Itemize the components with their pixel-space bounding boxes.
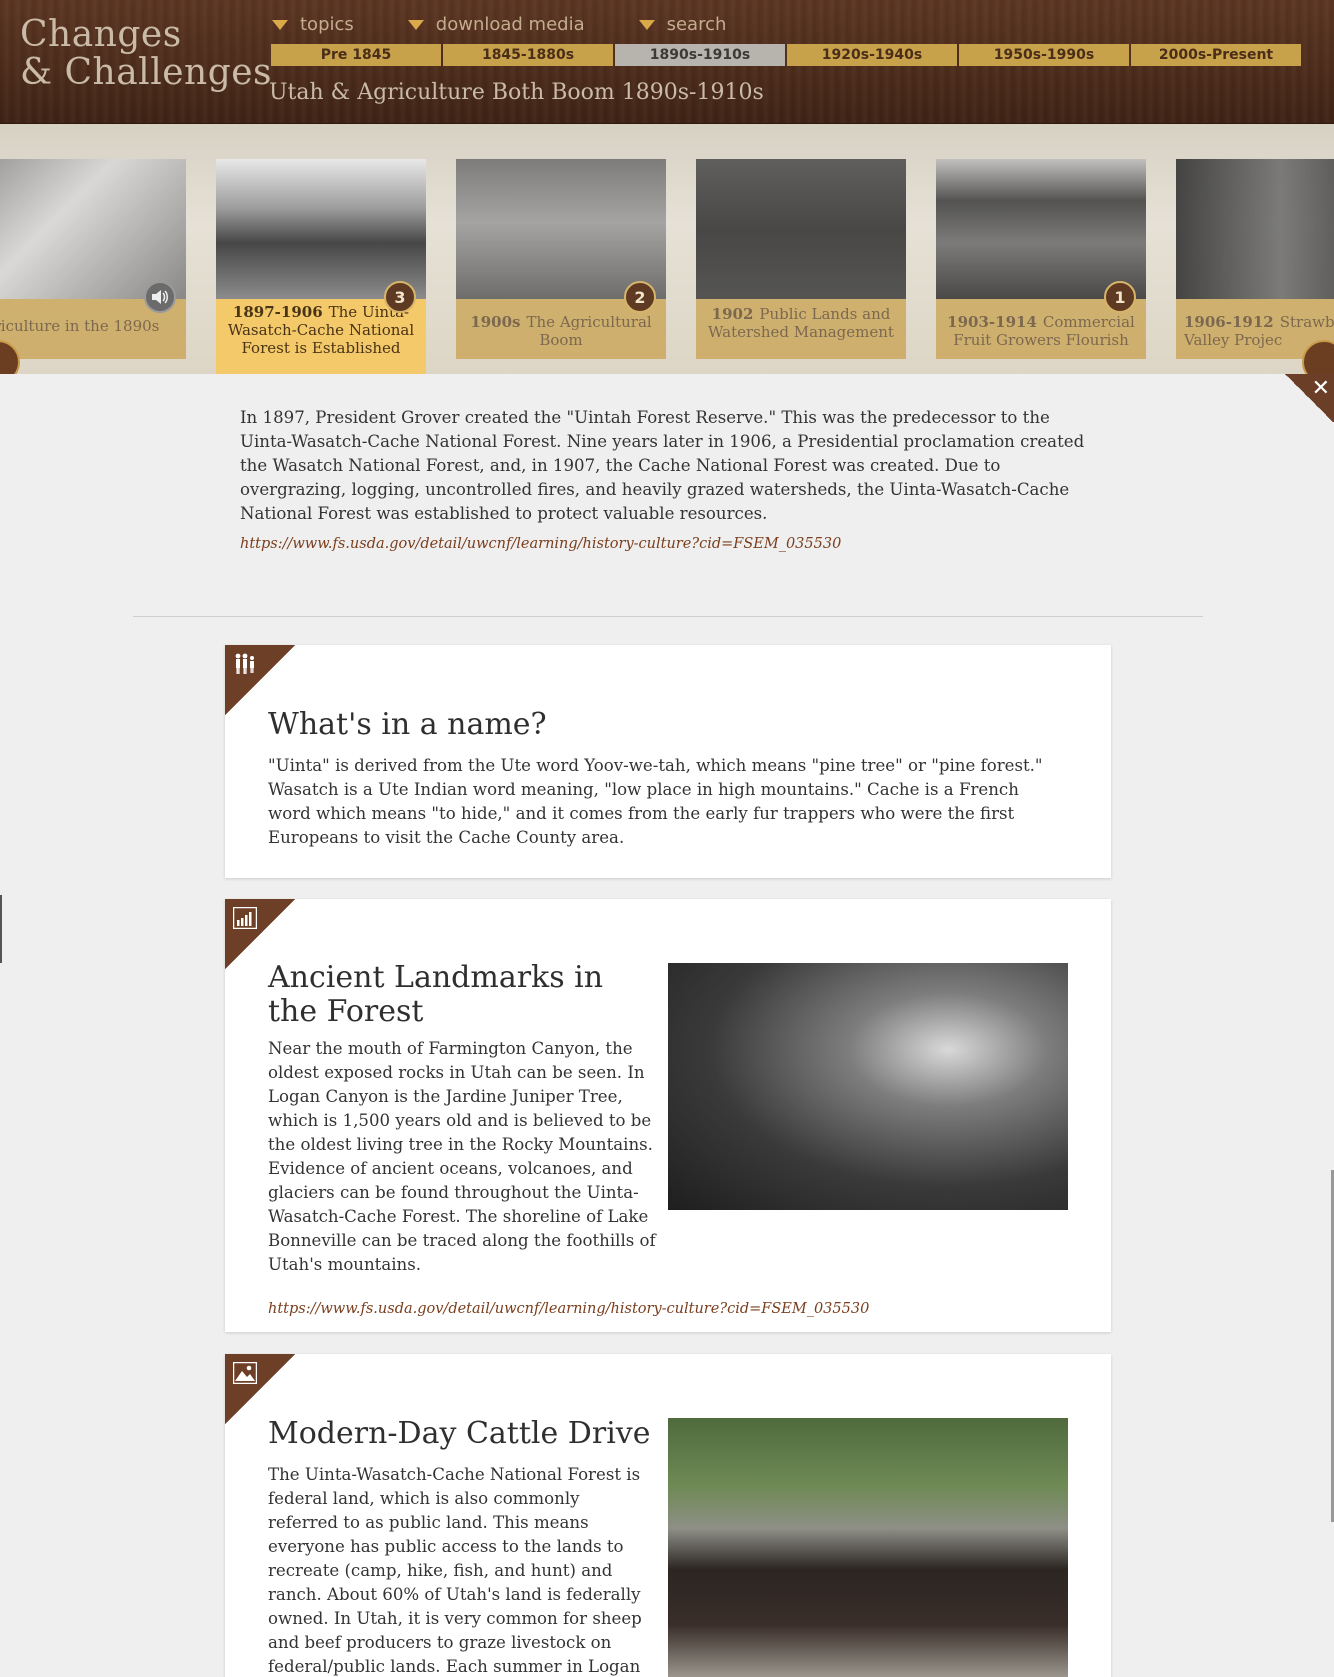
page-title: Utah & Agriculture Both Boom 1890s-1910s [269, 80, 764, 105]
card-caption: 1902 Public Lands and Watershed Managemen… [696, 299, 906, 359]
close-button[interactable]: ✕ [1284, 374, 1334, 422]
cattle-drive-photo [668, 1418, 1068, 1677]
timeline-card[interactable]: 1906-1912 Strawb Valley Projec [1176, 159, 1334, 359]
menu-topics[interactable]: topics [272, 14, 354, 35]
logo-line-1: Changes [20, 14, 182, 55]
card-year: 1897-1906 [232, 303, 323, 321]
article-content: Ancient Landmarks in the Forest Near the… [268, 960, 1098, 1318]
card-year: 1903-1914 [947, 313, 1037, 331]
era-tab-1845-1880s[interactable]: 1845-1880s [443, 44, 613, 66]
article-title: What's in a name? [268, 707, 547, 742]
era-tab-2000s-present[interactable]: 2000s-Present [1131, 44, 1301, 66]
intro-source-link[interactable]: https://www.fs.usda.gov/detail/uwcnf/lea… [240, 532, 1090, 556]
family-icon [235, 653, 254, 674]
menu-search[interactable]: search [638, 14, 727, 35]
card-count-badge: 2 [624, 281, 656, 313]
card-photo [1176, 159, 1334, 299]
era-tab-1920s-1940s[interactable]: 1920s-1940s [787, 44, 957, 66]
article-corner [225, 645, 295, 715]
caret-down-icon [638, 19, 655, 30]
era-tab-pre-1845[interactable]: Pre 1845 [271, 44, 441, 66]
article-body: The Uinta-Wasatch-Cache National Forest … [268, 1465, 642, 1676]
era-tabs: Pre 1845 1845-1880s 1890s-1910s 1920s-19… [271, 44, 1301, 66]
card-photo [456, 159, 666, 299]
article-corner [225, 899, 295, 969]
card-title: The Agricultural Boom [526, 313, 652, 349]
main-menu: topics download media search [272, 14, 780, 35]
logo-line-2: & Challenges [20, 52, 273, 93]
timeline-card[interactable]: 1900s The Agricultural Boom 2 [456, 159, 666, 359]
timeline-card-active[interactable]: 1897-1906 The Uinta-Wasatch-Cache Nationa… [216, 159, 426, 374]
card-photo [216, 159, 426, 299]
card-year: 1902 [711, 305, 754, 323]
section-divider [133, 616, 1203, 617]
card-year: 1906-1912 [1184, 313, 1274, 331]
article-card: Ancient Landmarks in the Forest Near the… [225, 899, 1111, 1332]
card-title: griculture in the 1890s [0, 317, 160, 335]
image-icon [233, 1362, 257, 1384]
timeline-carousel: griculture in the 1890s 1897-1906 The Uin… [0, 124, 1334, 374]
article-body-text: Near the mouth of Farmington Canyon, the… [268, 1039, 656, 1274]
menu-download-media[interactable]: download media [407, 14, 585, 35]
menu-topics-label: topics [300, 14, 354, 35]
menu-download-media-label: download media [435, 14, 585, 35]
article-source-link[interactable]: https://www.fs.usda.gov/detail/uwcnf/lea… [268, 1301, 1098, 1317]
caret-down-icon [272, 19, 288, 30]
chart-icon [233, 907, 257, 929]
era-tab-1890s-1910s[interactable]: 1890s-1910s [615, 44, 785, 66]
intro-text: In 1897, President Grover created the "U… [240, 408, 1085, 523]
card-photo [936, 159, 1146, 299]
article-title: Ancient Landmarks in the Forest [268, 960, 604, 1029]
article-title: Modern-Day Cattle Drive [268, 1416, 651, 1451]
timeline-card[interactable]: griculture in the 1890s [0, 159, 186, 359]
card-photo [696, 159, 906, 299]
card-count-badge: 3 [384, 281, 416, 313]
article-corner [225, 1354, 295, 1424]
timeline-card[interactable]: 1903-1914 Commercial Fruit Growers Flouri… [936, 159, 1146, 359]
article-body: "Uinta" is derived from the Ute word Yoo… [268, 756, 1043, 847]
caret-down-icon [407, 19, 424, 30]
intro-section: In 1897, President Grover created the "U… [240, 406, 1090, 556]
menu-search-label: search [666, 14, 727, 35]
era-tab-1950s-1990s[interactable]: 1950s-1990s [959, 44, 1129, 66]
audio-icon [144, 281, 176, 313]
article-card: Modern-Day Cattle Drive The Uinta-Wasatc… [225, 1354, 1111, 1677]
site-header: Changes & Challenges topics download med… [0, 0, 1334, 124]
side-marker [0, 895, 2, 963]
article-body: Near the mouth of Farmington Canyon, the… [268, 1037, 1103, 1277]
site-logo[interactable]: Changes & Challenges [20, 16, 272, 92]
timeline-card[interactable]: 1902 Public Lands and Watershed Managemen… [696, 159, 906, 359]
card-count-badge: 1 [1104, 281, 1136, 313]
card-year: 1900s [470, 313, 521, 331]
close-icon: ✕ [1311, 376, 1330, 401]
article-card: What's in a name? "Uinta" is derived fro… [225, 645, 1111, 878]
card-photo [0, 159, 186, 299]
